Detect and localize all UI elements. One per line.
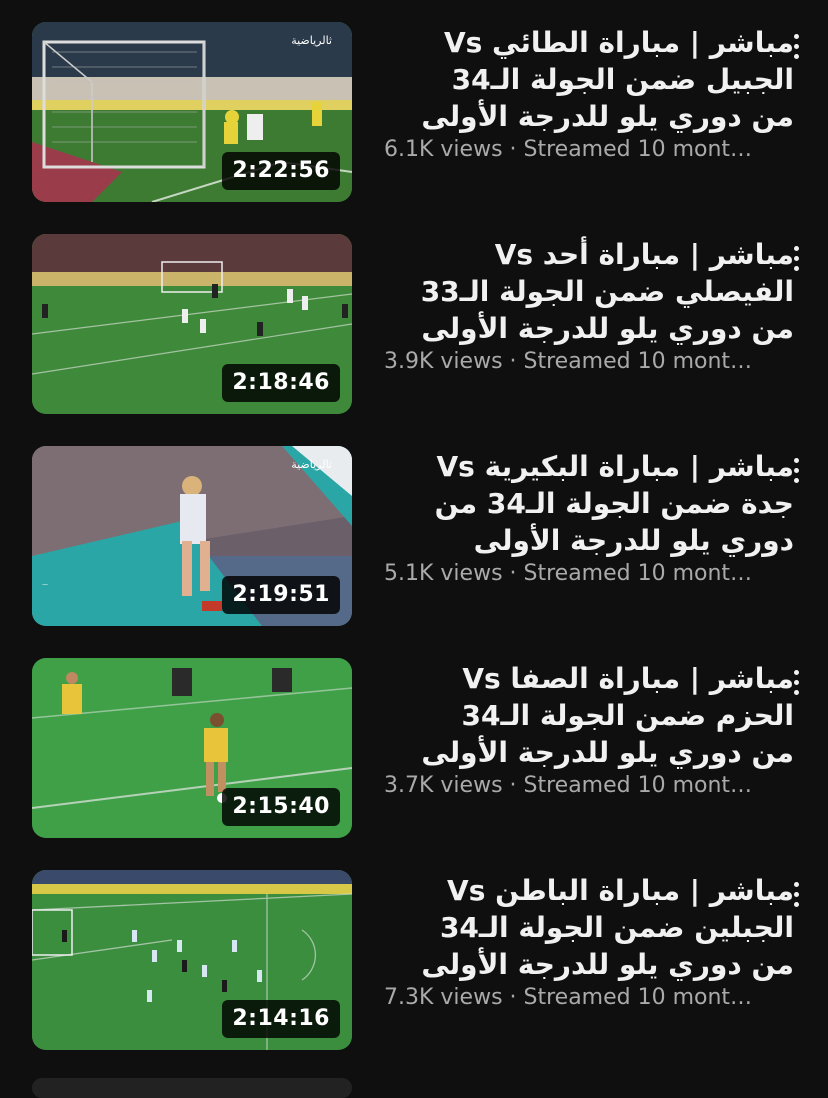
- video-stats: 3.7K views · Streamed 10 mont…: [384, 771, 794, 801]
- vertical-ellipsis-icon[interactable]: [784, 874, 808, 914]
- video-title[interactable]: مباشر | مباراة الباطن Vs الجبلين ضمن الج…: [384, 872, 794, 983]
- separator: ·: [502, 561, 524, 586]
- video-thumbnail[interactable]: 2:15:40: [32, 658, 352, 838]
- svg-text:—: —: [42, 581, 48, 588]
- stream-date: Streamed 10 mont…: [523, 137, 753, 162]
- stream-date: Streamed 10 mont…: [523, 985, 753, 1010]
- video-stats: 3.9K views · Streamed 10 mont…: [384, 347, 794, 377]
- svg-text:ثالرياضية: ثالرياضية: [291, 458, 332, 471]
- video-title[interactable]: مباشر | مباراة الطائي Vs الجبيل ضمن الجو…: [384, 24, 794, 135]
- separator: ·: [502, 137, 524, 162]
- view-count: 7.3K views: [384, 985, 503, 1010]
- vertical-ellipsis-icon[interactable]: [784, 450, 808, 490]
- view-count: 3.9K views: [384, 349, 503, 374]
- video-meta: مباشر | مباراة الصفا Vs الحزم ضمن الجولة…: [384, 660, 794, 801]
- video-thumbnail[interactable]: 2:14:16: [32, 870, 352, 1050]
- video-thumbnail[interactable]: 2:18:46: [32, 234, 352, 414]
- view-count: 3.7K views: [384, 773, 503, 798]
- video-title[interactable]: مباشر | مباراة البكيرية Vs جدة ضمن الجول…: [384, 448, 794, 559]
- video-meta: مباشر | مباراة الباطن Vs الجبلين ضمن الج…: [384, 872, 794, 1013]
- video-item[interactable]: — ثالرياضية 2:19:51 مباشر | مباراة البكي…: [0, 446, 828, 626]
- video-item[interactable]: ثالرياضية 2:22:56 مباشر | مباراة الطائي …: [0, 22, 828, 202]
- video-meta: مباشر | مباراة الطائي Vs الجبيل ضمن الجو…: [384, 24, 794, 165]
- video-thumbnail[interactable]: — ثالرياضية 2:19:51: [32, 446, 352, 626]
- video-title[interactable]: مباشر | مباراة الصفا Vs الحزم ضمن الجولة…: [384, 660, 794, 771]
- vertical-ellipsis-icon[interactable]: [784, 238, 808, 278]
- view-count: 6.1K views: [384, 137, 503, 162]
- video-item[interactable]: 2:18:46 مباشر | مباراة أحد Vs الفيصلي ضم…: [0, 234, 828, 414]
- video-duration: 2:14:16: [222, 1000, 340, 1038]
- video-thumbnail[interactable]: ثالرياضية 2:22:56: [32, 22, 352, 202]
- video-duration: 2:18:46: [222, 364, 340, 402]
- video-item[interactable]: 2:14:16 مباشر | مباراة الباطن Vs الجبلين…: [0, 870, 828, 1050]
- separator: ·: [502, 985, 524, 1010]
- separator: ·: [502, 349, 524, 374]
- stream-date: Streamed 10 mont…: [523, 561, 753, 586]
- stream-date: Streamed 10 mont…: [523, 349, 753, 374]
- video-meta: مباشر | مباراة البكيرية Vs جدة ضمن الجول…: [384, 448, 794, 589]
- svg-text:ثالرياضية: ثالرياضية: [291, 34, 332, 47]
- next-video-thumbnail-partial[interactable]: [32, 1078, 352, 1098]
- separator: ·: [502, 773, 524, 798]
- video-stats: 6.1K views · Streamed 10 mont…: [384, 135, 794, 165]
- video-stats: 7.3K views · Streamed 10 mont…: [384, 983, 794, 1013]
- video-stats: 5.1K views · Streamed 10 mont…: [384, 559, 794, 589]
- view-count: 5.1K views: [384, 561, 503, 586]
- vertical-ellipsis-icon[interactable]: [784, 26, 808, 66]
- video-item[interactable]: 2:15:40 مباشر | مباراة الصفا Vs الحزم ضم…: [0, 658, 828, 838]
- video-duration: 2:15:40: [222, 788, 340, 826]
- video-meta: مباشر | مباراة أحد Vs الفيصلي ضمن الجولة…: [384, 236, 794, 377]
- stream-date: Streamed 10 mont…: [523, 773, 753, 798]
- video-duration: 2:22:56: [222, 152, 340, 190]
- video-title[interactable]: مباشر | مباراة أحد Vs الفيصلي ضمن الجولة…: [384, 236, 794, 347]
- vertical-ellipsis-icon[interactable]: [784, 662, 808, 702]
- video-duration: 2:19:51: [222, 576, 340, 614]
